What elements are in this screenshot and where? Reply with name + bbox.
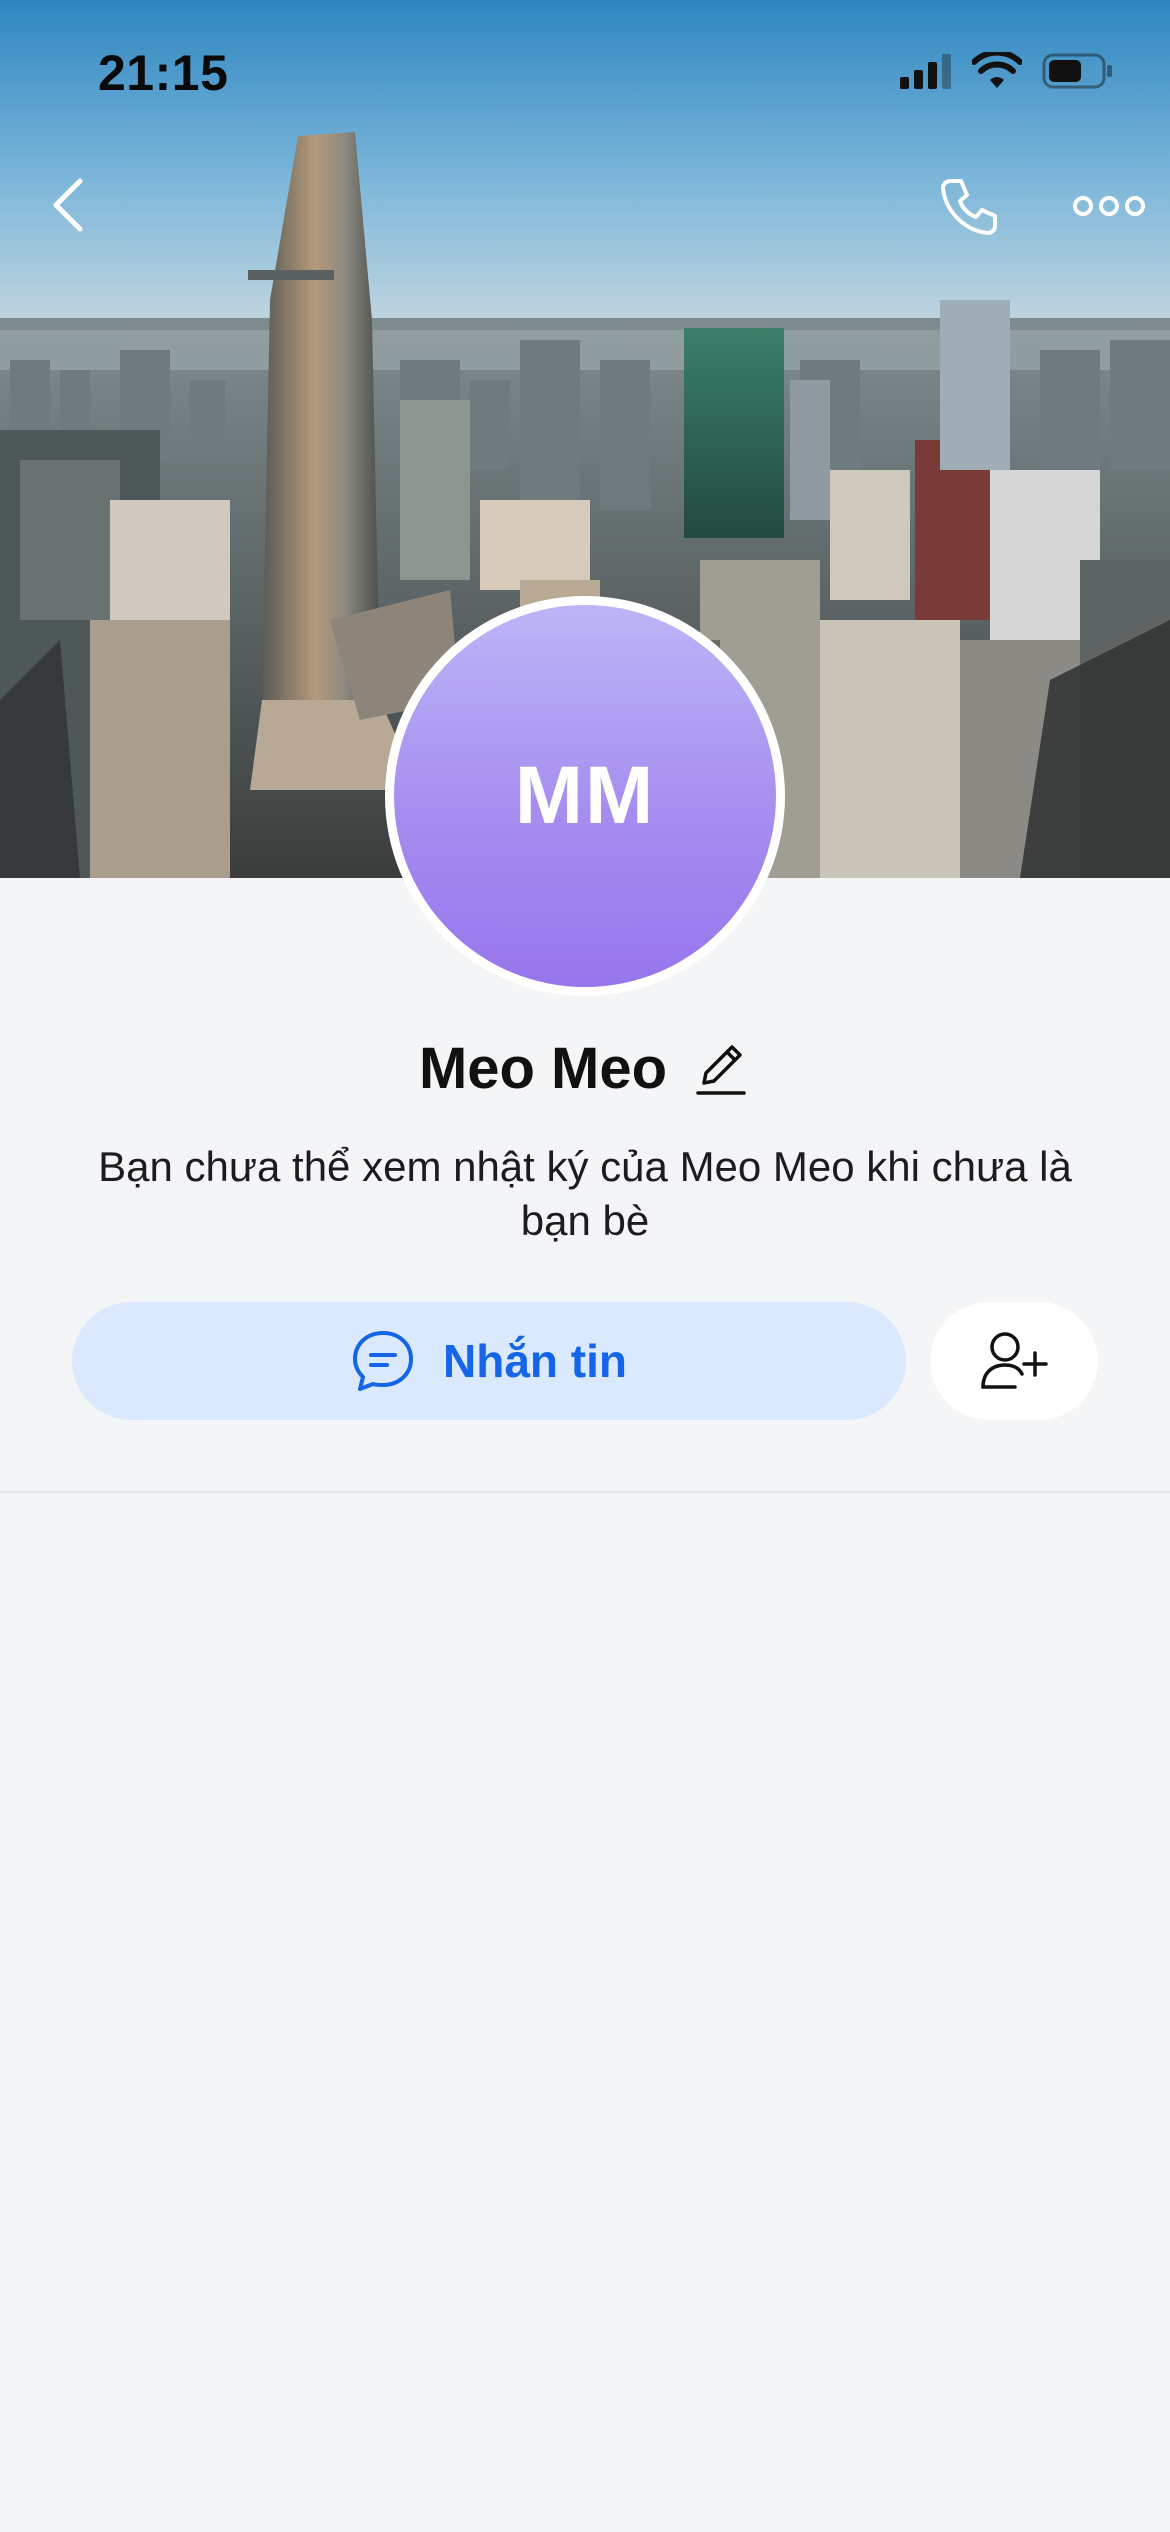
chevron-left-icon — [53, 178, 83, 232]
cellular-signal-icon — [900, 53, 952, 94]
add-user-icon — [981, 1332, 1048, 1389]
phone-icon — [941, 179, 997, 235]
avatar-initials: MM — [394, 605, 776, 987]
edit-name-button[interactable] — [691, 1036, 751, 1100]
pencil-icon — [696, 1045, 746, 1095]
message-button-label: Nhắn tin — [443, 1335, 627, 1387]
timeline-area — [0, 1493, 1170, 2532]
avatar[interactable]: MM — [385, 596, 785, 996]
call-button[interactable] — [932, 170, 1006, 244]
chat-bubble-icon — [353, 1331, 413, 1391]
profile-name: Meo Meo — [418, 1035, 668, 1101]
profile-screen: 21:15 MM Meo Meo Bạn chưa thể xem nhật k… — [0, 0, 1170, 2532]
back-button[interactable] — [36, 170, 100, 240]
message-button[interactable]: Nhắn tin — [72, 1302, 906, 1420]
more-options-button[interactable] — [1064, 176, 1154, 236]
more-horizontal-icon — [1073, 196, 1145, 216]
name-row: Meo Meo — [0, 1030, 1170, 1106]
wifi-icon — [971, 49, 1023, 95]
add-friend-button[interactable] — [930, 1302, 1098, 1420]
status-icons — [900, 49, 1114, 95]
friendship-notice: Bạn chưa thể xem nhật ký của Meo Meo khi… — [98, 1143, 1072, 1244]
status-time: 21:15 — [98, 45, 229, 101]
battery-icon — [1042, 52, 1114, 95]
